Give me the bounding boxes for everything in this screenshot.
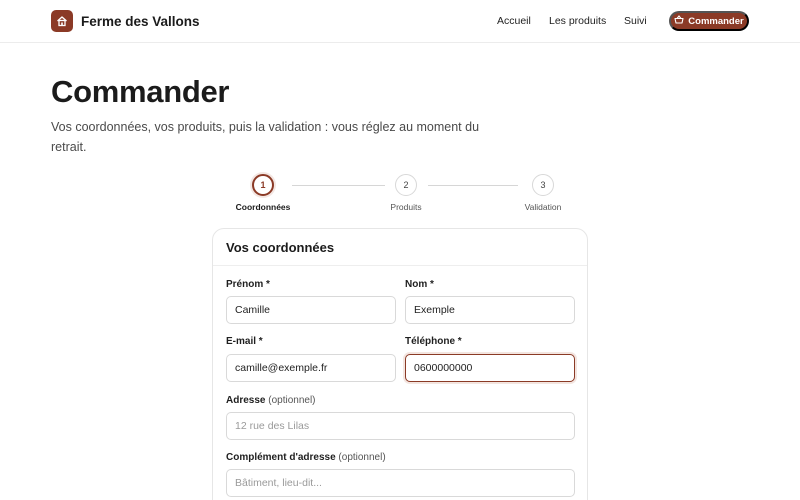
house-icon xyxy=(51,10,73,32)
nom-label: Nom * xyxy=(405,279,434,290)
page-title: Commander xyxy=(51,74,230,109)
email-label: E-mail * xyxy=(226,336,263,347)
basket-icon xyxy=(674,15,684,27)
complement-input[interactable] xyxy=(226,469,575,497)
brand-name: Ferme des Vallons xyxy=(81,13,200,29)
step-2-indicator[interactable]: 2 xyxy=(395,174,417,196)
nav-accueil[interactable]: Accueil xyxy=(497,15,531,27)
complement-label-text: Complément d'adresse xyxy=(226,452,336,463)
commander-button[interactable]: Commander xyxy=(669,11,749,31)
nom-input[interactable] xyxy=(405,296,575,324)
stepper-connector xyxy=(428,185,518,186)
commander-button-label: Commander xyxy=(688,15,744,27)
top-bar: Ferme des Vallons Accueil Les produits S… xyxy=(0,0,800,43)
step-3-indicator[interactable]: 3 xyxy=(532,174,554,196)
coordinates-card: Vos coordonnées Prénom * Nom * E-mail * … xyxy=(212,228,588,500)
card-title: Vos coordonnées xyxy=(213,229,587,266)
telephone-input[interactable] xyxy=(405,354,575,382)
prenom-input[interactable] xyxy=(226,296,396,324)
step-1-indicator[interactable]: 1 xyxy=(252,174,274,196)
complement-label: Complément d'adresse (optionnel) xyxy=(226,452,386,463)
nav-les-produits[interactable]: Les produits xyxy=(549,15,606,27)
complement-optional-hint: (optionnel) xyxy=(338,452,386,463)
page-subtitle: Vos coordonnées, vos produits, puis la v… xyxy=(51,120,480,154)
step-2-label: Produits xyxy=(390,202,422,212)
nav-suivi[interactable]: Suivi xyxy=(624,15,647,27)
adresse-optional-hint: (optionnel) xyxy=(268,395,316,406)
prenom-label: Prénom * xyxy=(226,279,270,290)
step-1-label: Coordonnées xyxy=(235,202,291,212)
brand[interactable]: Ferme des Vallons xyxy=(51,10,200,32)
adresse-label-text: Adresse xyxy=(226,395,266,406)
step-3-label: Validation xyxy=(524,202,562,212)
adresse-label: Adresse (optionnel) xyxy=(226,395,316,406)
telephone-label: Téléphone * xyxy=(405,336,462,347)
stepper-connector xyxy=(292,185,385,186)
email-input[interactable] xyxy=(226,354,396,382)
adresse-input[interactable] xyxy=(226,412,575,440)
